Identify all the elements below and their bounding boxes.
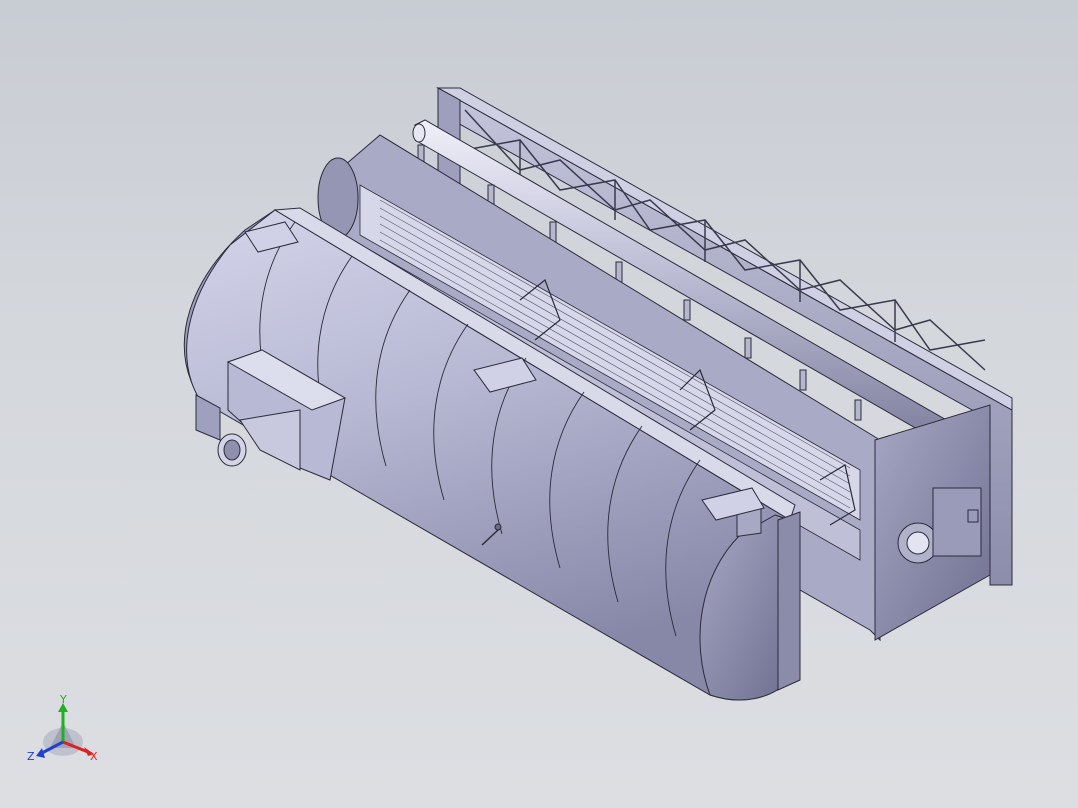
x-axis-label: X <box>90 750 98 763</box>
cad-model[interactable] <box>0 0 1078 808</box>
y-axis-label: Y <box>59 693 67 706</box>
z-axis-label: Z <box>27 750 35 763</box>
graphics-viewport[interactable]: Y X Z <box>0 0 1078 808</box>
coordinate-triad: Y X Z <box>22 692 112 772</box>
